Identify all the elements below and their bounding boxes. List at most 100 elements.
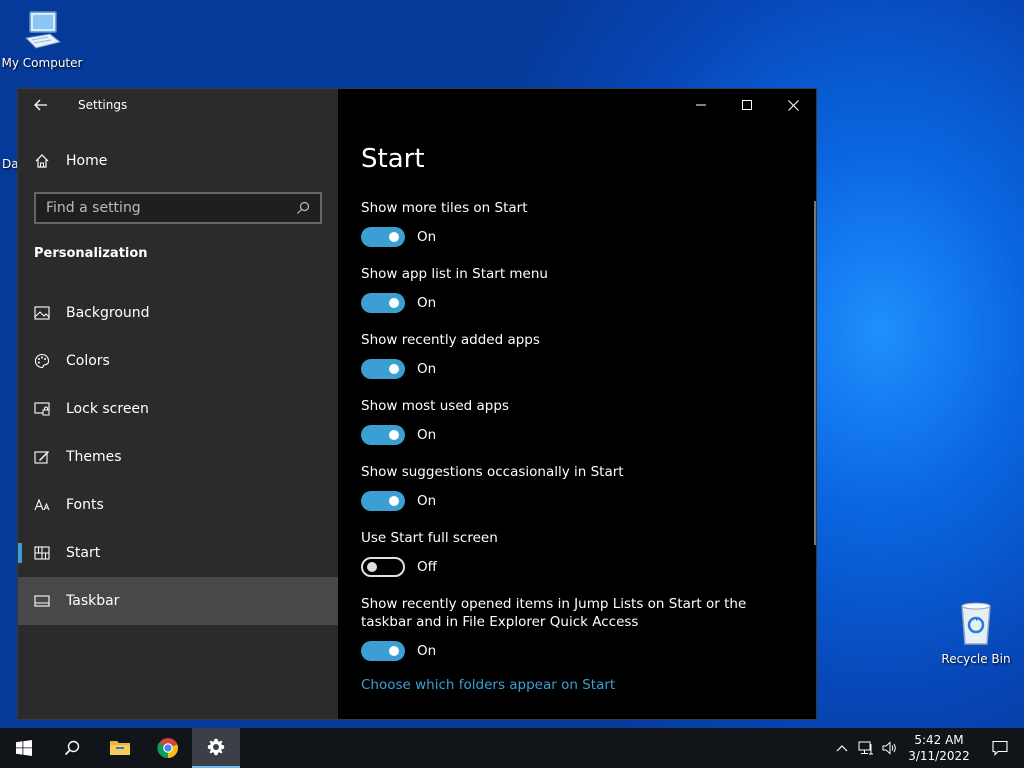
toggle-knob — [389, 646, 399, 656]
close-icon — [787, 99, 799, 111]
setting-label: Show app list in Start menu — [361, 266, 548, 282]
setting-label: Use Start full screen — [361, 530, 498, 546]
toggle-state: Off — [417, 559, 437, 575]
sidebar-item-label: Colors — [66, 353, 110, 369]
sidebar-item-label: Start — [66, 545, 101, 561]
toggle-switch[interactable] — [361, 491, 405, 511]
page-title: Start — [361, 144, 425, 174]
volume-button[interactable] — [878, 741, 902, 755]
toggle-switch[interactable] — [361, 641, 405, 661]
sidebar-item-lock-screen[interactable]: Lock screen — [18, 385, 338, 433]
title-bar: Settings — [18, 89, 338, 121]
action-center-button[interactable] — [976, 740, 1024, 756]
file-explorer-button[interactable] — [96, 728, 144, 768]
setting-show-suggestions: Show suggestions occasionally in Start O… — [361, 463, 781, 511]
back-button[interactable] — [18, 89, 64, 121]
network-icon — [858, 741, 873, 755]
content-pane: Start Show more tiles on Start On Show a… — [338, 89, 816, 719]
lock-screen-icon — [18, 402, 66, 416]
start-button[interactable] — [0, 728, 48, 768]
search-box[interactable] — [34, 192, 322, 224]
setting-jump-lists: Show recently opened items in Jump Lists… — [361, 595, 781, 661]
sidebar-item-start[interactable]: Start — [18, 529, 338, 577]
search-icon — [64, 740, 80, 756]
setting-show-most-used: Show most used apps On — [361, 397, 781, 445]
sidebar-item-themes[interactable]: Themes — [18, 433, 338, 481]
scrollbar[interactable] — [814, 201, 816, 545]
setting-show-more-tiles: Show more tiles on Start On — [361, 199, 781, 247]
sidebar: Settings Home Personalization Background — [18, 89, 338, 719]
minimize-icon — [696, 104, 706, 106]
toggle-state: On — [417, 427, 437, 443]
back-arrow-icon — [34, 99, 47, 111]
toggle-knob — [367, 562, 377, 572]
toggle-state: On — [417, 295, 437, 311]
background-icon — [18, 306, 66, 320]
toggle-knob — [389, 298, 399, 308]
home-icon — [18, 153, 66, 169]
gear-icon — [207, 738, 225, 756]
toggle-switch[interactable] — [361, 557, 405, 577]
minimize-button[interactable] — [678, 89, 724, 121]
sidebar-item-fonts[interactable]: Fonts — [18, 481, 338, 529]
toggle-switch[interactable] — [361, 425, 405, 445]
network-button[interactable] — [854, 741, 878, 755]
recycle-bin-icon — [961, 602, 991, 645]
system-tray: 5:42 AM 3/11/2022 — [830, 728, 1024, 768]
settings-button[interactable] — [192, 728, 240, 768]
windows-logo-icon — [16, 740, 32, 756]
settings-window: Settings Home Personalization Background — [17, 88, 817, 720]
settings-list: Show more tiles on Start On Show app lis… — [361, 199, 781, 693]
setting-label: Show more tiles on Start — [361, 200, 528, 216]
toggle-knob — [389, 232, 399, 242]
desktop-icon-label: My Computer — [1, 56, 83, 70]
search-icon — [297, 201, 310, 214]
setting-show-recently-added: Show recently added apps On — [361, 331, 781, 379]
search-input[interactable] — [46, 200, 286, 216]
sidebar-item-colors[interactable]: Colors — [18, 337, 338, 385]
home-nav-item[interactable]: Home — [18, 141, 338, 181]
search-button[interactable] — [48, 728, 96, 768]
chrome-icon — [157, 738, 178, 759]
sidebar-item-label: Taskbar — [66, 593, 120, 609]
setting-show-app-list: Show app list in Start menu On — [361, 265, 781, 313]
maximize-button[interactable] — [724, 89, 770, 121]
desktop-icon-recycle-bin[interactable]: Recycle Bin — [934, 600, 1018, 666]
toggle-knob — [389, 364, 399, 374]
toggle-state: On — [417, 229, 437, 245]
sidebar-nav: Background Colors Lock screen Themes Fon… — [18, 289, 338, 625]
setting-label: Show most used apps — [361, 398, 509, 414]
selected-indicator — [18, 543, 22, 563]
desktop-icon-my-computer[interactable]: My Computer — [0, 8, 84, 70]
themes-icon — [18, 450, 66, 464]
home-label: Home — [66, 153, 108, 169]
chrome-button[interactable] — [144, 728, 192, 768]
toggle-knob — [389, 430, 399, 440]
show-hidden-icons-button[interactable] — [830, 744, 854, 752]
sidebar-item-label: Fonts — [66, 497, 104, 513]
speaker-icon — [882, 741, 896, 755]
setting-label: Show recently added apps — [361, 332, 540, 348]
close-button[interactable] — [770, 89, 816, 121]
toggle-switch[interactable] — [361, 227, 405, 247]
colors-icon — [18, 353, 66, 369]
setting-full-screen: Use Start full screen Off — [361, 529, 781, 577]
maximize-icon — [742, 100, 752, 110]
chevron-up-icon — [836, 745, 848, 752]
sidebar-item-taskbar[interactable]: Taskbar — [18, 577, 338, 625]
toggle-switch[interactable] — [361, 359, 405, 379]
sidebar-item-label: Lock screen — [66, 401, 149, 417]
fonts-icon — [18, 498, 66, 512]
clock[interactable]: 5:42 AM 3/11/2022 — [902, 732, 976, 764]
computer-icon — [24, 11, 62, 49]
setting-label: Show suggestions occasionally in Start — [361, 464, 624, 480]
taskbar: 5:42 AM 3/11/2022 — [0, 728, 1024, 768]
toggle-switch[interactable] — [361, 293, 405, 313]
start-icon — [18, 546, 66, 560]
notification-icon — [992, 740, 1008, 756]
toggle-state: On — [417, 361, 437, 377]
choose-folders-link[interactable]: Choose which folders appear on Start — [361, 677, 781, 693]
sidebar-item-background[interactable]: Background — [18, 289, 338, 337]
toggle-state: On — [417, 643, 437, 659]
desktop-icon-label: Recycle Bin — [941, 652, 1011, 666]
